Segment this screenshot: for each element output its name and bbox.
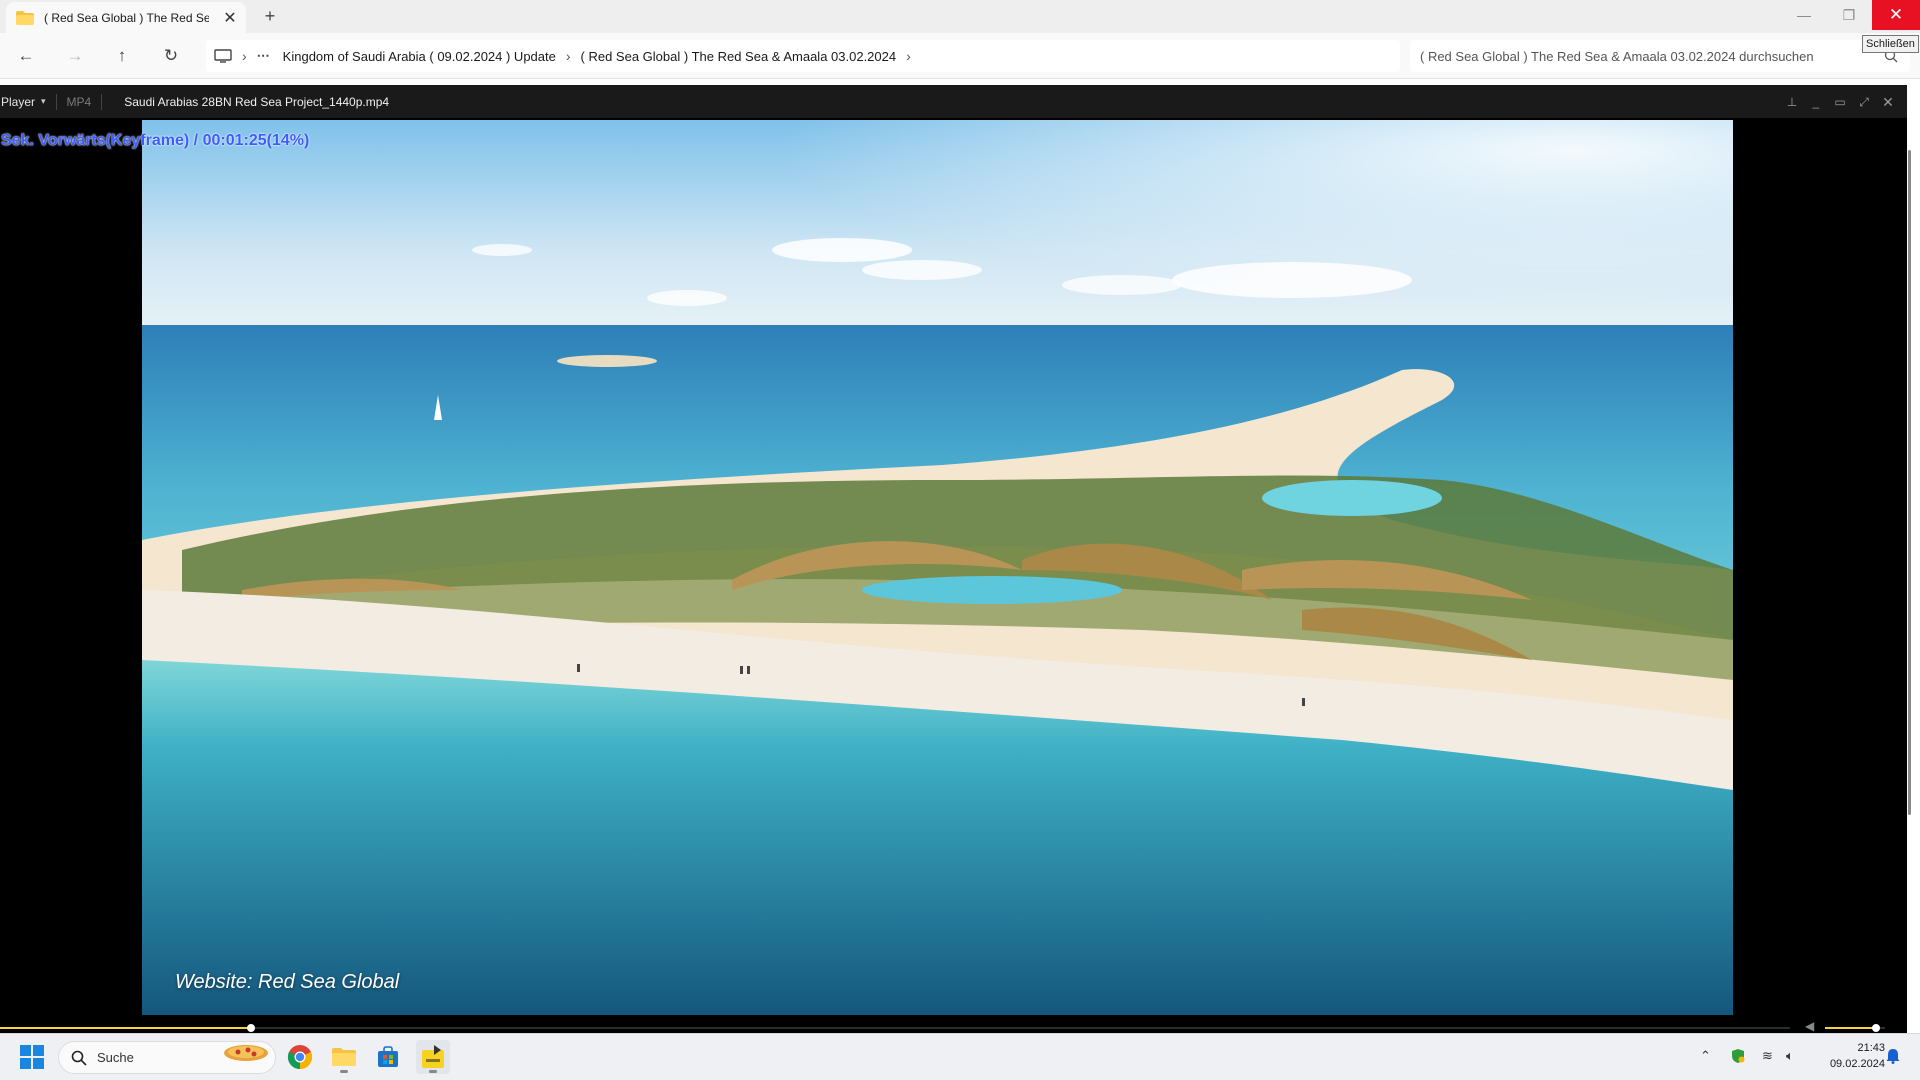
up-arrow-icon[interactable]: ↑ (107, 41, 137, 71)
search-icon (71, 1050, 87, 1066)
player-title-bar: Player ▾ MP4 Saudi Arabias 28BN Red Sea … (0, 85, 1907, 119)
volume-slider[interactable] (1825, 1024, 1885, 1032)
chevron-right-icon[interactable]: › (906, 48, 911, 64)
taskbar: Suche ⌃ ≋ 🔈︎ 21:43 09.02.2024 (0, 1033, 1920, 1080)
this-pc-icon[interactable] (214, 49, 232, 63)
search-placeholder: ( Red Sea Global ) The Red Sea & Amaala … (1420, 48, 1814, 64)
player-minimize-icon[interactable]: _ (1808, 94, 1824, 110)
notification-bell-icon[interactable] (1885, 1048, 1901, 1064)
folder-icon (16, 10, 34, 25)
speaker-icon[interactable]: 🔈︎ (1786, 1048, 1794, 1064)
file-name: Saudi Arabias 28BN Red Sea Project_1440p… (124, 94, 390, 109)
pin-icon[interactable]: ⊥ (1784, 94, 1800, 110)
osd-status-text: Sek. Vorwärts(Keyframe) / 00:01:25(14%) (1, 132, 310, 149)
seek-progress (0, 1027, 251, 1029)
taskbar-search-label: Suche (97, 1050, 134, 1065)
search-highlight-pizza-icon[interactable] (222, 1039, 270, 1063)
navigation-bar: ← → ↑ ↻ › ⋯ Kingdom of Saudi Arabia ( 09… (0, 33, 1920, 79)
security-shield-icon[interactable] (1730, 1048, 1746, 1064)
breadcrumb-item[interactable]: ( Red Sea Global ) The Red Sea & Amaala … (581, 49, 897, 64)
volume-icon[interactable]: ◀ (1805, 1019, 1814, 1033)
video-watermark: Website: Red Sea Global (175, 971, 400, 993)
clock-time: 21:43 (1857, 1042, 1885, 1054)
seek-handle[interactable] (247, 1024, 255, 1032)
chevron-up-icon[interactable]: ⌃ (1700, 1048, 1711, 1064)
seek-track[interactable] (0, 1027, 1790, 1029)
vertical-scrollbar[interactable] (1908, 150, 1911, 815)
player-icon[interactable] (416, 1040, 450, 1074)
media-player-window: Player ▾ MP4 Saudi Arabias 28BN Red Sea … (0, 85, 1907, 1033)
player-maximize-icon[interactable]: ▭ (1832, 94, 1848, 110)
chevron-right-icon[interactable]: › (566, 48, 571, 64)
video-frame[interactable] (142, 120, 1733, 1015)
file-format-label: MP4 (66, 94, 92, 109)
volume-handle[interactable] (1872, 1024, 1880, 1032)
explorer-tab[interactable]: ( Red Sea Global ) The Red Sea & Amaala … (6, 2, 246, 33)
close-tooltip: Schließen (1862, 35, 1919, 53)
address-bar[interactable]: › ⋯ Kingdom of Saudi Arabia ( 09.02.2024… (206, 40, 1400, 72)
divider (101, 93, 103, 110)
forward-arrow-icon[interactable]: → (60, 41, 90, 71)
folder-search-input[interactable]: ( Red Sea Global ) The Red Sea & Amaala … (1410, 40, 1910, 72)
fullscreen-icon[interactable]: ⤢ (1856, 94, 1872, 110)
wifi-icon[interactable]: ≋ (1762, 1048, 1773, 1064)
player-close-icon[interactable]: ✕ (1880, 94, 1896, 110)
restore-button[interactable]: ❐ (1825, 0, 1873, 30)
refresh-icon[interactable]: ↻ (156, 41, 186, 71)
system-clock[interactable]: 21:43 09.02.2024 (1810, 1040, 1885, 1072)
new-tab-button[interactable]: + (258, 6, 282, 27)
running-indicator (340, 1070, 348, 1073)
more-ellipsis-icon[interactable]: ⋯ (257, 48, 271, 64)
running-indicator (429, 1070, 437, 1073)
breadcrumb-item[interactable]: Kingdom of Saudi Arabia ( 09.02.2024 ) U… (283, 49, 556, 64)
minimize-button[interactable]: — (1780, 0, 1828, 30)
tab-title: ( Red Sea Global ) The Red Sea & Amaala … (44, 10, 209, 25)
chevron-right-icon[interactable]: › (242, 48, 247, 64)
divider (55, 93, 57, 110)
store-icon[interactable] (371, 1040, 405, 1074)
volume-level (1825, 1027, 1876, 1029)
close-window-button[interactable]: ✕ (1872, 0, 1920, 30)
clock-date: 09.02.2024 (1829, 1058, 1885, 1070)
chrome-icon[interactable] (283, 1040, 317, 1074)
seek-bar[interactable] (0, 1024, 1907, 1032)
file-explorer-icon[interactable] (327, 1040, 361, 1074)
windows-start-icon[interactable] (20, 1045, 44, 1069)
chevron-down-icon[interactable]: ▾ (41, 96, 46, 107)
back-arrow-icon[interactable]: ← (11, 41, 41, 71)
resort-island-render (142, 120, 1733, 1015)
player-menu[interactable]: Player (1, 95, 35, 109)
title-bar: ( Red Sea Global ) The Red Sea & Amaala … (0, 0, 1920, 33)
tab-close-icon[interactable]: ✕ (221, 8, 239, 28)
